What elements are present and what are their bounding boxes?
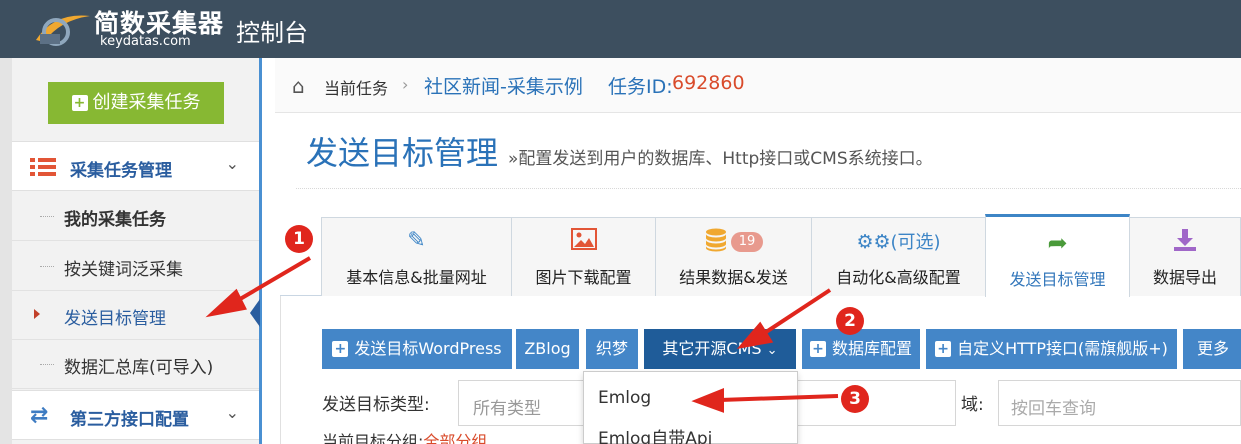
chevron-down-icon: ⌄	[225, 403, 239, 422]
custom-http-button[interactable]: + 自定义HTTP接口(需旗舰版+)	[926, 329, 1177, 369]
zblog-button[interactable]: ZBlog	[516, 329, 579, 369]
sidebar-item-label: 数据汇总库(可导入)	[64, 358, 214, 378]
breadcrumb-separator: ›	[402, 75, 409, 94]
task-id-label: 任务ID:	[608, 76, 673, 98]
dropdown-item-emlog[interactable]: Emlog	[598, 388, 651, 408]
domain-search-input[interactable]: 按回车查询	[998, 380, 1241, 426]
sidebar-item-label: 发送目标管理	[64, 309, 166, 329]
tab-label: 图片下载配置	[535, 268, 632, 287]
annotation-marker-2: 2	[836, 307, 864, 335]
sidebar-edge	[0, 58, 12, 444]
plus-icon: +	[935, 341, 952, 357]
create-task-button[interactable]: + 创建采集任务	[48, 82, 224, 124]
send-wordpress-button[interactable]: + 发送目标WordPress	[322, 329, 512, 369]
logo-domain: keydatas.com	[100, 34, 191, 49]
tab-label: 基本信息&批量网址	[346, 268, 487, 287]
target-type-label: 发送目标类型:	[322, 395, 430, 415]
sidebar-item-label: 我的采集任务	[64, 210, 166, 230]
breadcrumb-task-name[interactable]: 社区新闻-采集示例	[424, 72, 583, 99]
sidebar-item-data-library[interactable]: 数据汇总库(可导入)	[12, 340, 259, 389]
tab-label: 结果数据&发送	[679, 268, 788, 287]
create-task-label: 创建采集任务	[92, 92, 201, 113]
tree-dots	[40, 216, 54, 217]
input-placeholder: 按回车查询	[1011, 399, 1096, 419]
breadcrumb	[275, 58, 1241, 113]
sidebar-item-my-tasks[interactable]: 我的采集任务	[12, 192, 259, 241]
tab-basic-info[interactable]: ✎ 基本信息&批量网址	[321, 217, 512, 296]
logo-icon	[36, 15, 90, 46]
tab-send-targets[interactable]: ➦ 发送目标管理	[985, 214, 1130, 297]
result-count-badge: 19	[731, 232, 763, 252]
tab-label: 发送目标管理	[1009, 270, 1106, 289]
db-config-button[interactable]: + 数据库配置	[802, 329, 920, 369]
gears-icon: ⚙⚙(可选)	[856, 231, 941, 253]
page-title: 发送目标管理	[306, 134, 499, 172]
plus-icon: +	[71, 95, 88, 111]
domain-label: 域:	[961, 395, 984, 415]
other-cms-dropdown-button[interactable]: 其它开源CMS ⌄	[644, 329, 796, 369]
plus-icon: +	[332, 341, 349, 357]
page-subtitle: »配置发送到用户的数据库、Http接口或CMS系统接口。	[508, 149, 933, 169]
tab-result-data[interactable]: 19 结果数据&发送	[655, 217, 812, 296]
swap-icon: ⇄	[30, 403, 49, 428]
more-button[interactable]: 更多	[1183, 329, 1241, 369]
breadcrumb-current-label: 当前任务	[324, 79, 389, 98]
tree-dots	[40, 266, 54, 267]
sidebar-item-send-targets[interactable]: 发送目标管理	[12, 291, 259, 340]
sidebar-group-label: 采集任务管理	[70, 161, 172, 181]
app-title: 控制台	[236, 19, 308, 47]
sidebar-group-label: 第三方接口配置	[70, 410, 189, 430]
divider	[296, 188, 1241, 189]
select-placeholder: 所有类型	[473, 399, 541, 419]
button-label: 更多	[1197, 339, 1230, 358]
database-icon: 19	[656, 228, 811, 254]
task-id-value: 692860	[672, 72, 745, 94]
chevron-down-icon: ⌄	[766, 343, 778, 358]
home-icon[interactable]: ⌂	[292, 74, 305, 98]
button-label: 织梦	[595, 339, 628, 358]
sidebar-group-task-management[interactable]: 采集任务管理 ⌄	[12, 141, 259, 191]
tab-label: 数据导出	[1152, 268, 1217, 287]
tab-image-download[interactable]: 图片下载配置	[511, 217, 656, 296]
group-label: 当前目标分组:	[322, 432, 424, 444]
button-label: 发送目标WordPress	[354, 339, 502, 358]
active-indicator	[250, 299, 260, 327]
button-label: 其它开源CMS	[662, 339, 762, 358]
dropdown-item-emlog-api[interactable]: Emlog自带Api	[598, 424, 712, 444]
annotation-marker-3: 3	[841, 385, 869, 413]
sidebar-group-third-party[interactable]: ⇄ 第三方接口配置 ⌄	[12, 390, 259, 440]
annotation-marker-1: 1	[285, 225, 313, 253]
edit-icon: ✎	[407, 228, 426, 253]
sidebar-item-keyword-collect[interactable]: 按关键词泛采集	[12, 242, 259, 291]
tab-label: 自动化&高级配置	[836, 268, 961, 287]
list-icon	[30, 158, 56, 176]
sidebar-item-label: 按关键词泛采集	[64, 260, 183, 280]
share-icon: ➦	[1047, 229, 1068, 257]
dedecms-button[interactable]: 织梦	[586, 329, 638, 369]
active-caret-icon	[34, 309, 40, 319]
tab-automation[interactable]: ⚙⚙(可选) 自动化&高级配置	[811, 217, 986, 296]
tab-data-export[interactable]: 数据导出	[1129, 217, 1241, 296]
button-label: 数据库配置	[831, 339, 912, 358]
optional-note: (可选)	[890, 232, 941, 253]
button-label: 自定义HTTP接口(需旗舰版+)	[957, 339, 1168, 358]
chevron-down-icon: ⌄	[225, 154, 239, 173]
plus-icon: +	[809, 341, 826, 357]
current-group: 当前目标分组:全部分组	[322, 428, 487, 444]
tree-dots	[40, 364, 54, 365]
download-icon	[1130, 228, 1240, 254]
group-value[interactable]: 全部分组	[423, 432, 487, 444]
image-icon	[512, 228, 655, 254]
other-cms-dropdown-menu: Emlog Emlog自带Api	[583, 371, 798, 444]
button-label: ZBlog	[524, 339, 571, 358]
